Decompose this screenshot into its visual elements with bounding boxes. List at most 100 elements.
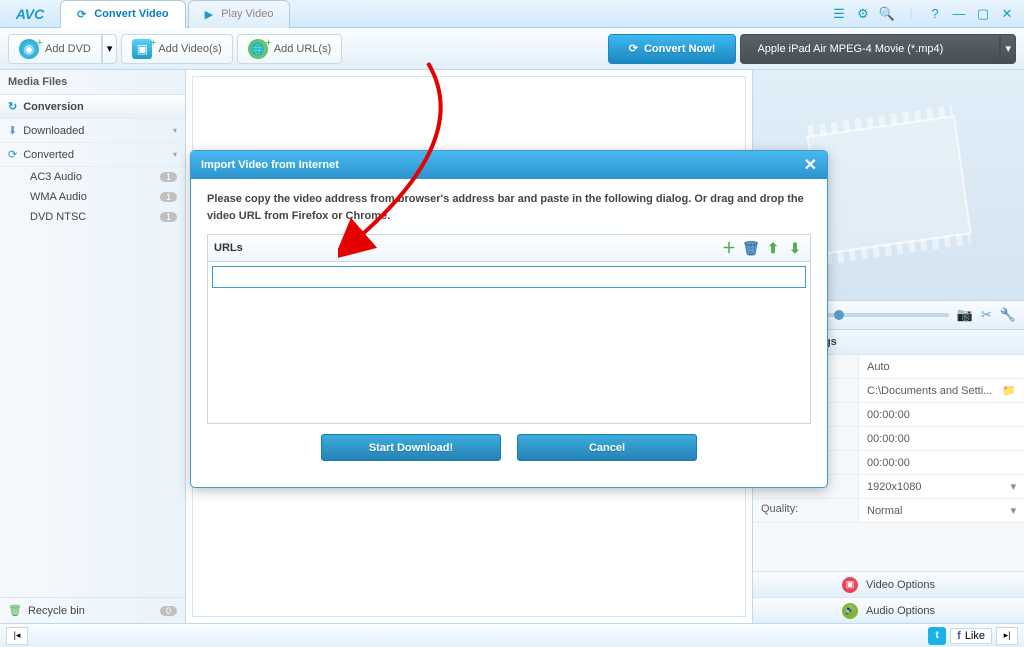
cut-icon[interactable]: ✂ <box>981 307 992 323</box>
panel-toggle-left[interactable]: |◂ <box>6 627 28 645</box>
titlebar-controls: ☰ ⚙ 🔍 | ? — ▢ ✕ <box>830 5 1024 23</box>
video-options-button[interactable]: ▣ Video Options <box>753 571 1024 597</box>
sidebar-recycle-bin[interactable]: 🗑 Recycle bin 0 <box>0 597 185 623</box>
refresh-icon: ⟳ <box>629 42 638 55</box>
quality-label: Quality: <box>753 499 859 522</box>
count-badge: 0 <box>160 606 177 616</box>
add-url-icon[interactable]: ＋ <box>720 239 738 257</box>
dialog-actions: Start Download! Cancel <box>207 424 811 475</box>
sidebar-downloaded-label: Downloaded <box>23 125 84 137</box>
sidebar-sub-dvd[interactable]: DVD NTSC 1 <box>0 207 185 227</box>
setting-value-time[interactable]: 00:00:00 <box>859 427 1024 450</box>
profile-label: Apple iPad Air MPEG-4 Movie (*.mp4) <box>757 43 943 55</box>
add-urls-button[interactable]: 🌐+ Add URL(s) <box>237 34 342 64</box>
add-videos-button[interactable]: ▣+ Add Video(s) <box>121 34 232 64</box>
profile-dropdown[interactable]: ▾ <box>1000 34 1016 64</box>
play-icon: ▶ <box>205 8 213 21</box>
add-dvd-dropdown[interactable]: ▾ <box>102 34 118 64</box>
add-dvd-button[interactable]: ◉+ Add DVD <box>8 34 102 64</box>
separator: | <box>902 5 920 23</box>
url-input-wrapper <box>212 266 806 288</box>
sidebar-item-converted[interactable]: ⟳ Converted ▾ <box>0 143 185 167</box>
video-options-icon: ▣ <box>842 577 858 593</box>
settings-row-quality: Quality:Normal <box>753 499 1024 523</box>
settings-icon[interactable]: ⚙ <box>854 5 872 23</box>
dialog-title-text: Import Video from Internet <box>201 159 339 171</box>
close-icon[interactable]: ✕ <box>998 5 1016 23</box>
tab-convert-label: Convert Video <box>94 8 168 20</box>
setting-value-time[interactable]: 00:00:00 <box>859 451 1024 474</box>
add-urls-label: Add URL(s) <box>274 43 331 55</box>
url-input[interactable] <box>213 267 805 287</box>
count-badge: 1 <box>160 172 177 182</box>
disc-icon: ◉+ <box>19 39 39 59</box>
titlebar: AVC ⟳ Convert Video ▶ Play Video ☰ ⚙ 🔍 |… <box>0 0 1024 28</box>
convert-now-button[interactable]: ⟳ Convert Now! <box>608 34 737 64</box>
add-videos-label: Add Video(s) <box>158 43 221 55</box>
help-icon[interactable]: ? <box>926 5 944 23</box>
snapshot-icon[interactable]: 📷 <box>957 307 973 323</box>
status-bar: |◂ t f Like ▸| <box>0 623 1024 647</box>
convert-icon: ↻ <box>8 100 17 113</box>
url-list-header: URLs ＋ 🗑 ⬆ ⬇ <box>208 235 810 262</box>
import-url-dialog: Import Video from Internet ✕ Please copy… <box>190 150 828 488</box>
sub-label: WMA Audio <box>30 191 87 203</box>
cancel-button[interactable]: Cancel <box>517 434 697 461</box>
dialog-description: Please copy the video address from brows… <box>207 191 811 224</box>
sidebar-item-downloaded[interactable]: ⬇ Downloaded ▾ <box>0 119 185 143</box>
convert-icon: ⟳ <box>8 148 17 161</box>
setting-value-path[interactable]: C:\Documents and Setti...📁 <box>859 379 1024 402</box>
globe-icon: 🌐+ <box>248 39 268 59</box>
app-logo: AVC <box>0 6 60 22</box>
setting-value-quality[interactable]: Normal <box>859 499 1024 522</box>
recycle-label: Recycle bin <box>28 605 85 617</box>
tab-play-label: Play Video <box>221 8 273 20</box>
add-dvd-label: Add DVD <box>45 43 91 55</box>
toolbar: ◉+ Add DVD ▾ ▣+ Add Video(s) 🌐+ Add URL(… <box>0 28 1024 70</box>
output-profile-button[interactable]: Apple iPad Air MPEG-4 Movie (*.mp4) <box>740 34 1000 64</box>
tool-icon[interactable]: 🔧 <box>1000 307 1016 323</box>
tab-play-video[interactable]: ▶ Play Video <box>188 0 291 28</box>
search-icon[interactable]: 🔍 <box>878 5 896 23</box>
folder-icon[interactable]: 📁 <box>1002 384 1016 397</box>
count-badge: 1 <box>160 212 177 222</box>
maximize-icon[interactable]: ▢ <box>974 5 992 23</box>
sidebar-item-conversion[interactable]: ↻ Conversion <box>0 95 185 119</box>
sidebar-sub-ac3[interactable]: AC3 Audio 1 <box>0 167 185 187</box>
move-down-icon[interactable]: ⬇ <box>786 239 804 257</box>
dialog-close-icon[interactable]: ✕ <box>804 155 817 175</box>
video-icon: ▣+ <box>132 39 152 59</box>
video-options-label: Video Options <box>866 579 935 591</box>
urls-label: URLs <box>214 242 243 254</box>
facebook-like-button[interactable]: f Like <box>950 628 992 644</box>
delete-url-icon[interactable]: 🗑 <box>742 239 760 257</box>
start-download-button[interactable]: Start Download! <box>321 434 501 461</box>
list-icon[interactable]: ☰ <box>830 5 848 23</box>
like-label: Like <box>965 630 985 642</box>
sidebar-conversion-label: Conversion <box>23 101 84 113</box>
dialog-body: Please copy the video address from brows… <box>191 179 827 487</box>
move-up-icon[interactable]: ⬆ <box>764 239 782 257</box>
audio-options-button[interactable]: 🔊 Audio Options <box>753 597 1024 623</box>
facebook-icon: f <box>957 630 961 642</box>
sidebar: Media Files ↻ Conversion ⬇ Downloaded ▾ … <box>0 70 186 623</box>
chevron-down-icon: ▾ <box>173 126 177 135</box>
sub-label: DVD NTSC <box>30 211 86 223</box>
tab-convert-video[interactable]: ⟳ Convert Video <box>60 0 186 28</box>
sidebar-header: Media Files <box>0 70 185 95</box>
setting-value-auto[interactable]: Auto <box>859 355 1024 378</box>
panel-toggle-right[interactable]: ▸| <box>996 627 1018 645</box>
chevron-down-icon: ▾ <box>173 150 177 159</box>
dialog-titlebar: Import Video from Internet ✕ <box>191 151 827 179</box>
twitter-icon[interactable]: t <box>928 627 946 645</box>
audio-options-icon: 🔊 <box>842 603 858 619</box>
audio-options-label: Audio Options <box>866 605 935 617</box>
convert-now-label: Convert Now! <box>644 43 716 55</box>
setting-value-time[interactable]: 00:00:00 <box>859 403 1024 426</box>
convert-icon: ⟳ <box>77 8 86 21</box>
sidebar-sub-wma[interactable]: WMA Audio 1 <box>0 187 185 207</box>
filmstrip-icon <box>806 115 971 255</box>
minimize-icon[interactable]: — <box>950 5 968 23</box>
setting-value-resolution[interactable]: 1920x1080 <box>859 475 1024 498</box>
download-icon: ⬇ <box>8 124 17 137</box>
